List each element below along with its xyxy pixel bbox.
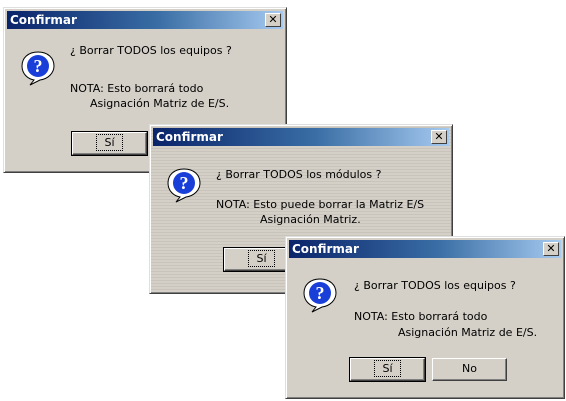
note-line-1: NOTA: Esto borrará todo <box>354 310 488 323</box>
close-icon: ✕ <box>434 130 444 143</box>
close-icon: ✕ <box>546 242 556 255</box>
yes-button-label: Sí <box>374 360 401 377</box>
yes-button[interactable]: Sí <box>71 131 148 156</box>
yes-button[interactable]: Sí <box>349 357 426 382</box>
question-text: ¿ Borrar TODOS los equipos ? <box>70 44 232 57</box>
question-bubble-icon: ? <box>21 51 55 86</box>
question-text: ¿ Borrar TODOS los equipos ? <box>354 279 516 292</box>
close-button[interactable]: ✕ <box>431 130 447 144</box>
confirm-dialog-equipos-yes-no: Confirmar ✕ ? ¿ Borrar TODOS los equipos… <box>285 236 565 399</box>
svg-text:?: ? <box>34 56 43 76</box>
question-bubble-icon: ? <box>303 278 337 313</box>
close-button[interactable]: ✕ <box>265 13 281 27</box>
svg-text:?: ? <box>180 173 189 193</box>
dialog-title: Confirmar <box>292 242 359 256</box>
title-bar[interactable]: Confirmar ✕ <box>289 240 561 258</box>
question-text: ¿ Borrar TODOS los módulos ? <box>216 168 382 181</box>
note-line-2: Asignación Matriz de E/S. <box>398 326 538 339</box>
no-button[interactable]: No <box>432 358 507 381</box>
close-button[interactable]: ✕ <box>543 242 559 256</box>
dialog-title: Confirmar <box>156 130 223 144</box>
title-bar[interactable]: Confirmar ✕ <box>7 11 283 29</box>
note-line-2: Asignación Matriz. <box>260 213 361 226</box>
dialog-title: Confirmar <box>10 13 77 27</box>
note-line-2: Asignación Matriz de E/S. <box>90 97 230 110</box>
no-button-label: No <box>462 362 477 375</box>
yes-button-label: Sí <box>96 134 123 151</box>
note-line-1: NOTA: Esto borrará todo <box>70 82 204 95</box>
close-icon: ✕ <box>268 13 278 26</box>
svg-text:?: ? <box>316 283 325 303</box>
title-bar[interactable]: Confirmar ✕ <box>153 128 449 146</box>
note-line-1: NOTA: Esto puede borrar la Matriz E/S <box>216 198 425 211</box>
yes-button-label: Sí <box>248 250 275 267</box>
question-bubble-icon: ? <box>167 168 201 203</box>
